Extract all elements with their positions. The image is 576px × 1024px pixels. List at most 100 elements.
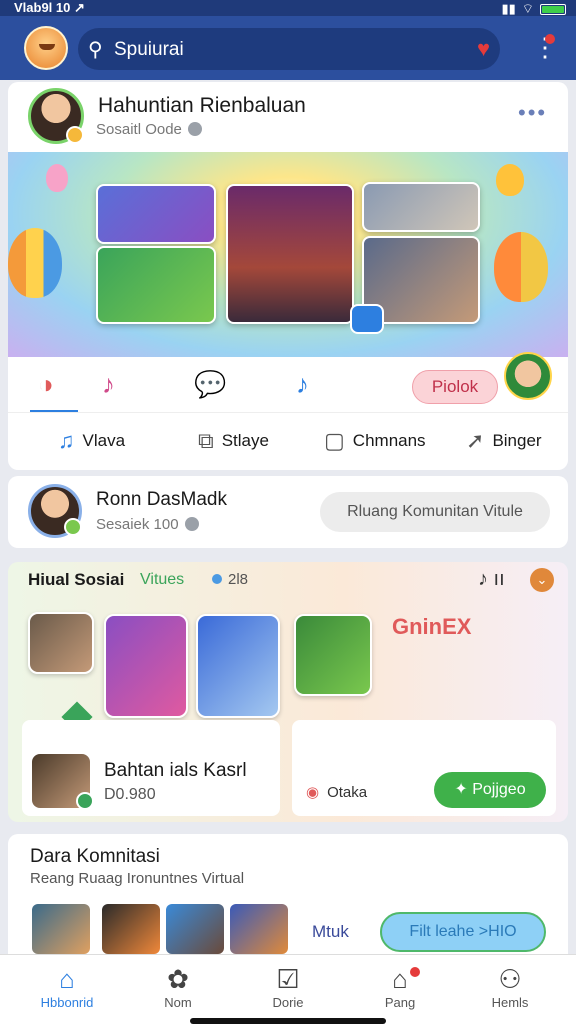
bell-icon: ⌂	[392, 964, 408, 994]
balloon-decoration	[494, 232, 548, 302]
search-icon: ⚲	[88, 39, 103, 61]
share-icon: ⧉	[198, 428, 214, 453]
balloon-decoration	[496, 164, 524, 196]
item-card[interactable]: Bahtan ials Kasrl D0.980	[22, 720, 280, 816]
post-banner-image[interactable]	[8, 152, 568, 357]
play-icon[interactable]	[350, 304, 384, 334]
explore-button[interactable]: Filt leahe >HIO	[380, 912, 546, 952]
section-meta-value: 2l8	[228, 571, 249, 588]
post-actions: ♫ Vlava ⧉ Stlaye ▢ Chmnans ➚ Binger	[8, 414, 568, 470]
kebab-menu-icon[interactable]: ⋮	[532, 34, 558, 62]
action-vlava-button[interactable]: ♫ Vlava	[58, 428, 125, 454]
nav-tasks[interactable]: ☑ Dorie	[248, 963, 328, 1010]
music-note-icon[interactable]: ♪	[296, 369, 309, 400]
action-comments-button[interactable]: ▢ Chmnans	[324, 428, 426, 454]
action-binger-button[interactable]: ➚ Binger	[466, 428, 542, 454]
app-logo[interactable]	[24, 26, 68, 70]
game-tag: Otaka	[306, 783, 367, 801]
music-pause-icon[interactable]: ♪ ıı	[478, 568, 505, 591]
community-thumbnail[interactable]	[32, 904, 90, 954]
action-label: Binger	[492, 431, 542, 450]
banner-photo	[96, 184, 216, 244]
community-card: Ronn DasMadk Sesaiek 100 Rluang Komunita…	[8, 476, 568, 548]
action-label: Stlaye	[221, 431, 269, 450]
more-options-icon[interactable]: •••	[518, 100, 547, 126]
balloon-decoration	[8, 228, 62, 298]
action-share-button[interactable]: ⧉ Stlaye	[198, 428, 269, 454]
active-tab-indicator	[30, 410, 78, 412]
bottom-navigation: ⌂ Hbbonrid ✿ Nom ☑ Dorie ⌂ Pang ⚇ Hemls	[0, 954, 576, 1024]
reaction-color-icon[interactable]: ◑	[38, 369, 54, 400]
status-icons: ▮▮ ⌔	[501, 1, 566, 17]
section-tag: Vitues	[140, 571, 185, 588]
checkbox-icon: ☑	[276, 964, 300, 994]
game-tile[interactable]	[294, 614, 372, 696]
profile-icon: ⚇	[498, 964, 522, 994]
search-bar[interactable]: ⚲ Spuiurai ♥	[78, 28, 500, 70]
avatar-badge	[64, 518, 82, 536]
post-subtitle: Sosaitl Oode	[96, 121, 202, 138]
piolok-button[interactable]: Piolok	[412, 370, 498, 404]
join-community-button[interactable]: Rluang Komunitan Vitule	[320, 492, 550, 532]
section-title: Hiual Sosiai	[28, 570, 125, 589]
banner-photo	[362, 182, 480, 232]
signal-icon: ▮▮	[501, 1, 516, 16]
battery-icon	[540, 3, 566, 15]
item-value: D0.980	[104, 786, 156, 803]
community-icon: ✿	[167, 964, 189, 994]
search-text[interactable]: Spuiurai	[114, 39, 184, 61]
community-discovery-card: Dara Komnitasi Reang Ruaag Ironuntnes Vi…	[8, 834, 568, 956]
nav-community[interactable]: ✿ Nom	[138, 963, 218, 1010]
item-badge	[76, 792, 94, 810]
more-link[interactable]: Mtuk	[312, 922, 349, 942]
forward-icon: ➚	[466, 428, 485, 453]
banner-photo	[96, 246, 216, 324]
nav-profile[interactable]: ⚇ Hemls	[470, 963, 550, 1010]
post-card: Hahuntian Rienbaluan Sosaitl Oode ••• ◑ …	[8, 82, 568, 470]
virtual-social-section: Hiual Sosiai Vitues 2l8 ♪ ıı ⌄ Bahtan ia…	[8, 562, 568, 822]
post-author-name[interactable]: Hahuntian Rienbaluan	[98, 94, 306, 118]
app-header: ⚲ Spuiurai ♥ ⋮	[0, 16, 576, 80]
status-bar: Vlab9l 10 ↗ ▮▮ ⌔	[0, 0, 576, 16]
comment-icon[interactable]: 💬	[194, 369, 226, 400]
action-label: Vlava	[82, 431, 126, 450]
action-label: Chmnans	[352, 431, 426, 450]
media-tile[interactable]	[28, 612, 94, 674]
media-tile[interactable]	[196, 614, 280, 718]
balloon-decoration	[46, 164, 68, 192]
chevron-down-icon[interactable]: ⌄	[530, 568, 554, 592]
media-tile[interactable]	[104, 614, 188, 718]
nav-label: Dorie	[272, 995, 304, 1010]
community-thumbnail[interactable]	[230, 904, 288, 954]
nav-notifications[interactable]: ⌂ Pang	[360, 963, 440, 1010]
home-indicator	[190, 1018, 386, 1024]
banner-photo	[226, 184, 354, 324]
nav-label: Nom	[164, 995, 192, 1010]
heart-icon[interactable]: ♥	[477, 36, 490, 62]
brand-logo-text: GninEX	[392, 614, 472, 639]
section-title: Dara Komnitasi	[30, 846, 160, 867]
play-game-button[interactable]: ✦ Pojjgeo	[434, 772, 546, 808]
location-icon	[212, 574, 222, 584]
community-thumbnail[interactable]	[102, 904, 160, 954]
section-subtitle: Reang Ruaag Ironuntnes Virtual	[30, 870, 245, 887]
reaction-tabs: ◑ ♪ 💬 ♪ Piolok	[8, 357, 568, 413]
wifi-icon: ⌔	[521, 1, 534, 16]
item-title: Bahtan ials Kasrl	[104, 760, 247, 781]
avatar-badge	[66, 126, 84, 144]
section-meta: 2l8	[212, 571, 248, 588]
community-name[interactable]: Ronn DasMadk	[96, 489, 227, 511]
home-icon: ⌂	[59, 964, 75, 994]
nav-label: Hbbonrid	[40, 995, 94, 1010]
nav-label: Hemls	[491, 995, 529, 1010]
community-thumbnail[interactable]	[166, 904, 224, 954]
nav-home[interactable]: ⌂ Hbbonrid	[27, 963, 107, 1010]
community-subtitle: Sesaiek 100	[96, 516, 199, 533]
comment-icon: ▢	[324, 428, 345, 453]
status-time: Vlab9l 10 ↗	[14, 0, 85, 15]
mascot-avatar[interactable]	[504, 352, 552, 400]
music-icon: ♫	[58, 428, 75, 453]
music-note-icon[interactable]: ♪	[102, 369, 115, 400]
notification-badge	[408, 965, 422, 979]
notification-dot	[545, 34, 555, 44]
